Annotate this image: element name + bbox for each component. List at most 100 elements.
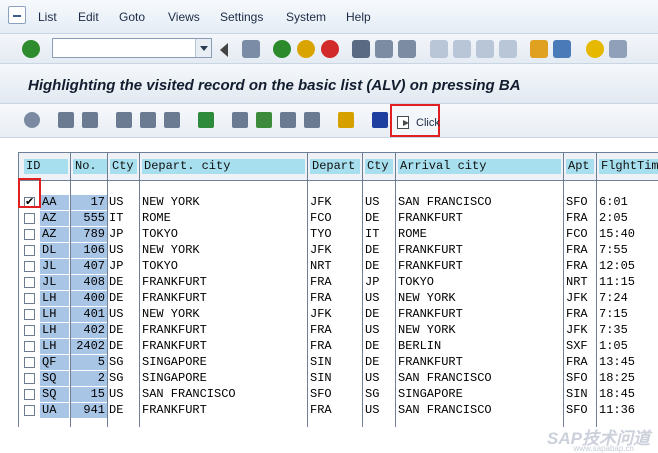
table-row[interactable]: SQ 15 US SAN FRANCISCO SFO SG SINGAPORE SIN 18:4… (18, 386, 658, 402)
column-header-no[interactable]: No. (73, 159, 108, 174)
cell-depart[interactable]: FRA (310, 291, 361, 306)
find-next-icon[interactable] (398, 40, 416, 58)
table-row[interactable]: UA 941 DE FRANKFURT FRA US SAN FRANCISCO SFO 11:… (18, 402, 658, 418)
table-row[interactable]: SQ 2 SG SINGAPORE SIN US SAN FRANCISCO SFO 18:25 (18, 370, 658, 386)
cell-flight-time[interactable]: 13:45 (599, 355, 658, 370)
cell-arrival-city[interactable]: BERLIN (398, 339, 562, 354)
cell-cty-to[interactable]: DE (365, 259, 394, 274)
row-checkbox[interactable] (24, 389, 35, 400)
print-icon[interactable] (352, 40, 370, 58)
command-field[interactable] (52, 38, 212, 58)
cell-depart-city[interactable]: FRANKFURT (142, 339, 306, 354)
cell-cty-from[interactable]: DE (109, 339, 139, 354)
cell-arrival-city[interactable]: SAN FRANCISCO (398, 403, 562, 418)
delete-filter-icon[interactable] (164, 112, 180, 128)
table-row[interactable]: AZ 789 JP TOKYO TYO IT ROME FCO 15:40 (18, 226, 658, 242)
cell-no[interactable]: 2402 (71, 339, 107, 354)
chevron-down-icon[interactable] (195, 39, 211, 57)
cell-no[interactable]: 555 (71, 211, 107, 226)
info-icon[interactable] (372, 112, 388, 128)
menu-goto[interactable]: Goto (119, 10, 145, 24)
cell-flight-time[interactable]: 11:15 (599, 275, 658, 290)
cell-id[interactable]: AA (40, 195, 69, 210)
cell-depart[interactable]: FRA (310, 323, 361, 338)
cell-cty-to[interactable]: DE (365, 307, 394, 322)
cell-id[interactable]: LH (40, 291, 69, 306)
cell-depart-city[interactable]: NEW YORK (142, 243, 306, 258)
cancel-icon[interactable] (321, 40, 339, 58)
last-page-icon[interactable] (499, 40, 517, 58)
back-icon[interactable] (273, 40, 291, 58)
cell-no[interactable]: 941 (71, 403, 107, 418)
cell-arrival-city[interactable]: ROME (398, 227, 562, 242)
column-header-depart-city[interactable]: Depart. city (142, 159, 305, 174)
cell-cty-from[interactable]: US (109, 195, 139, 210)
row-checkbox[interactable] (24, 293, 35, 304)
column-header-id[interactable]: ID (24, 159, 68, 174)
collapse-icon[interactable] (218, 43, 228, 57)
cell-id[interactable]: JL (40, 275, 69, 290)
row-checkbox[interactable] (24, 325, 35, 336)
table-row[interactable]: AA17USNEW YORKJFKUSSAN FRANCISCOSFO6:01 (18, 194, 658, 210)
table-row[interactable]: JL 407 JP TOKYO NRT DE FRANKFURT FRA 12:05 (18, 258, 658, 274)
window-menu-icon[interactable] (8, 6, 26, 24)
local-file-icon[interactable] (304, 112, 320, 128)
cell-no[interactable]: 402 (71, 323, 107, 338)
column-header-flight-time[interactable]: FlghtTim (599, 159, 658, 174)
cell-depart-city[interactable]: TOKYO (142, 227, 306, 242)
cell-no[interactable]: 15 (71, 387, 107, 402)
cell-id[interactable]: LH (40, 323, 69, 338)
row-checkbox[interactable] (24, 229, 35, 240)
cell-id[interactable]: LH (40, 339, 69, 354)
cell-cty-from[interactable]: DE (109, 275, 139, 290)
cell-apt[interactable]: FRA (566, 211, 595, 226)
shortcut-icon[interactable] (553, 40, 571, 58)
cell-depart[interactable]: JFK (310, 195, 361, 210)
word-processing-icon[interactable] (280, 112, 296, 128)
cell-id[interactable]: AZ (40, 211, 69, 226)
cell-cty-from[interactable]: US (109, 243, 139, 258)
cell-cty-to[interactable]: US (365, 371, 394, 386)
export-icon[interactable] (232, 112, 248, 128)
cell-no[interactable]: 400 (71, 291, 107, 306)
cell-apt[interactable]: FRA (566, 307, 595, 322)
cell-arrival-city[interactable]: TOKYO (398, 275, 562, 290)
cell-apt[interactable]: FRA (566, 355, 595, 370)
sum-icon[interactable] (198, 112, 214, 128)
cell-id[interactable]: QF (40, 355, 69, 370)
cell-depart-city[interactable]: NEW YORK (142, 195, 306, 210)
cell-no[interactable]: 17 (71, 195, 107, 210)
cell-arrival-city[interactable]: NEW YORK (398, 323, 562, 338)
cell-depart-city[interactable]: FRANKFURT (142, 323, 306, 338)
cell-flight-time[interactable]: 7:15 (599, 307, 658, 322)
cell-depart-city[interactable]: FRANKFURT (142, 275, 306, 290)
help-icon[interactable] (586, 40, 604, 58)
cell-cty-from[interactable]: SG (109, 355, 139, 370)
cell-cty-to[interactable]: US (365, 195, 394, 210)
cell-depart[interactable]: JFK (310, 243, 361, 258)
cell-cty-to[interactable]: SG (365, 387, 394, 402)
cell-apt[interactable]: SFO (566, 371, 595, 386)
cell-cty-from[interactable]: DE (109, 291, 139, 306)
cell-flight-time[interactable]: 7:24 (599, 291, 658, 306)
cell-cty-from[interactable]: DE (109, 403, 139, 418)
cell-cty-to[interactable]: US (365, 291, 394, 306)
table-row[interactable]: DL 106 US NEW YORK JFK DE FRANKFURT FRA 7:55 (18, 242, 658, 258)
row-checkbox[interactable] (24, 245, 35, 256)
cell-cty-from[interactable]: JP (109, 259, 139, 274)
cell-cty-to[interactable]: DE (365, 211, 394, 226)
cell-apt[interactable]: NRT (566, 275, 595, 290)
cell-apt[interactable]: JFK (566, 291, 595, 306)
table-row[interactable]: JL 408 DE FRANKFURT FRA JP TOKYO NRT 11:15 (18, 274, 658, 290)
cell-depart-city[interactable]: SAN FRANCISCO (142, 387, 306, 402)
detail-icon[interactable] (24, 112, 40, 128)
cell-apt[interactable]: JFK (566, 323, 595, 338)
cell-depart[interactable]: SIN (310, 355, 361, 370)
spreadsheet-icon[interactable] (256, 112, 272, 128)
cell-apt[interactable]: FRA (566, 243, 595, 258)
sort-ascending-icon[interactable] (58, 112, 74, 128)
cell-no[interactable]: 789 (71, 227, 107, 242)
cell-flight-time[interactable]: 15:40 (599, 227, 658, 242)
click-button[interactable]: Click (390, 104, 440, 137)
cell-depart-city[interactable]: NEW YORK (142, 307, 306, 322)
